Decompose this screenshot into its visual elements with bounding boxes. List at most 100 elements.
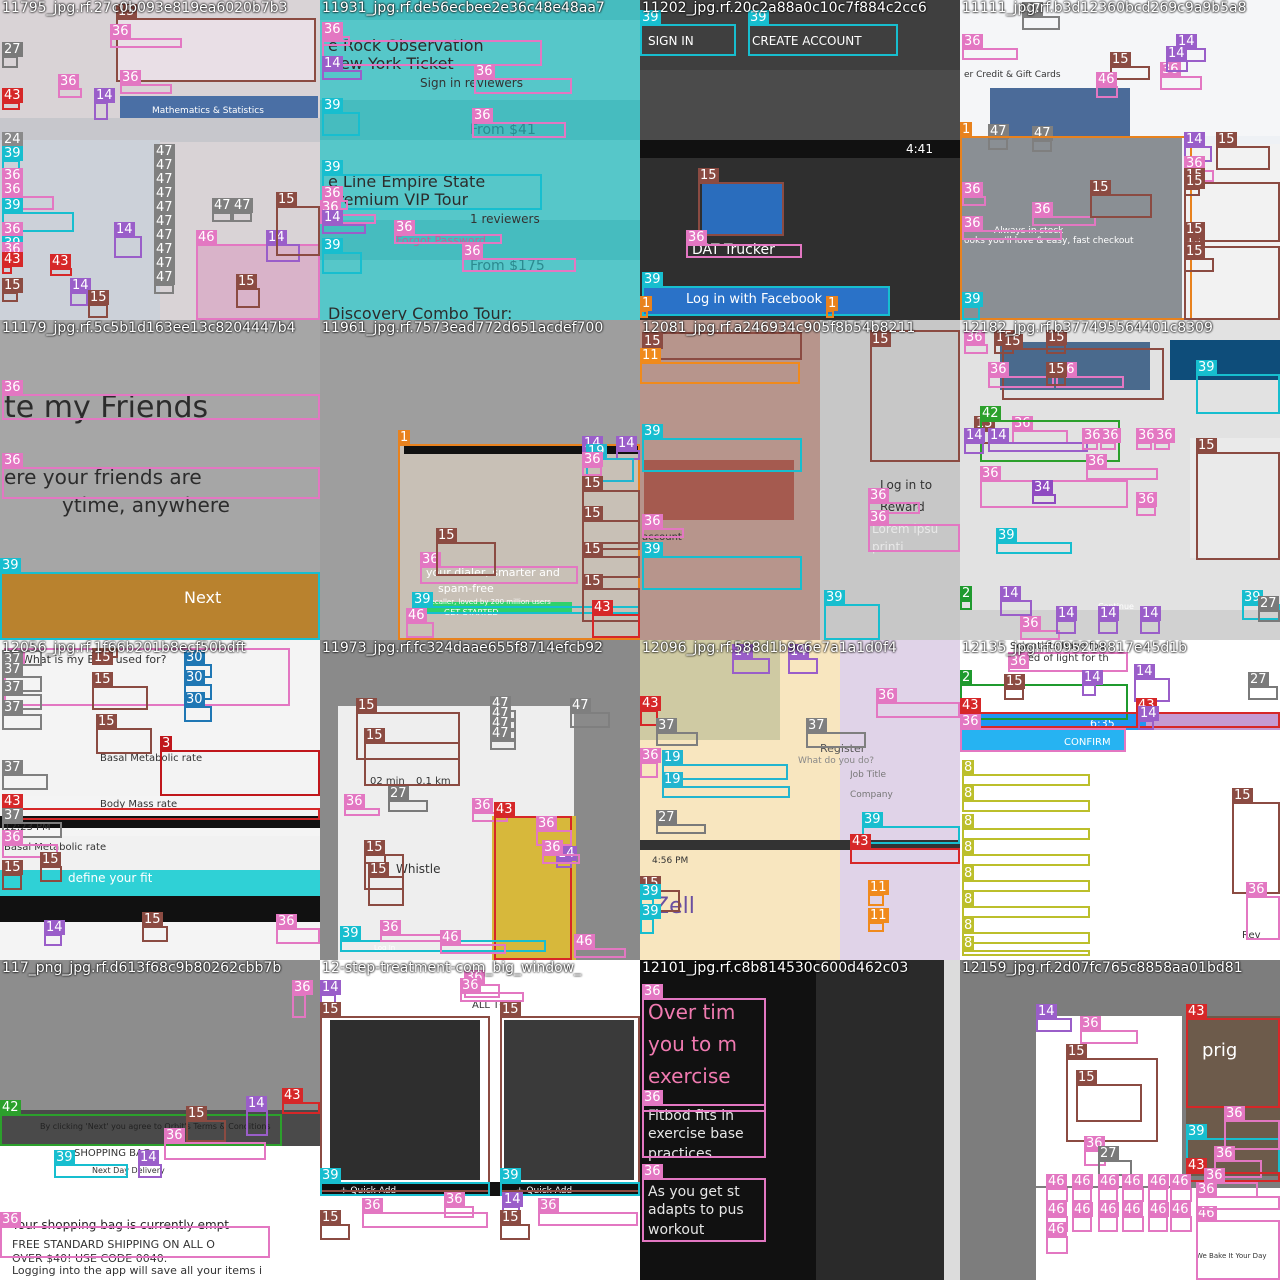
class-label: 39 [500,1168,521,1183]
tile-filename: 11795_jpg.rf.27c0b093e819ea6020b7b3 [2,0,288,16]
class-label: 36 [642,1090,663,1105]
class-label: 39 [996,528,1017,543]
annotation-box: 14 [1098,606,1119,634]
class-label: 39 [642,542,663,557]
class-label: 43 [640,696,661,711]
class-label: 15 [186,1106,207,1121]
class-label: 8 [962,892,975,907]
class-label: 47 [570,698,591,713]
class-label: 36 [642,514,663,529]
annotation-box: 36 [642,514,684,538]
class-label: 36 [472,108,493,123]
mosaic-grid: 11795_jpg.rf.27c0b093e819ea6020b7b3 Mathe… [0,0,1280,1280]
class-label: 19 [662,772,683,787]
class-label: 15 [1090,180,1111,195]
tile-filename: 12056_jpg.rf.1f66b201b8ecf50bdft [2,640,246,656]
annotation-box: 15 [40,852,62,882]
class-label: 8 [962,936,975,951]
class-label: 43 [494,802,515,817]
class-label: 37 [2,700,23,715]
tile-filename: 11202_jpg.rf.20c2a88a0c10c7f884c2cc6 [642,0,927,16]
tile-filename: 12096_jpg.rf.588d1b9c6e7a1a1d0f4 [642,640,897,656]
annotation-box: 36 [1136,492,1157,516]
class-label: 47 [154,144,175,159]
class-label: 14 [138,1150,159,1165]
annotation-box: 15 [142,912,168,942]
screen-text: Logging into the app will save all your … [12,1264,263,1277]
class-label: 30 [184,670,205,685]
class-label: 36 [686,230,707,245]
class-label: 39 [54,1150,75,1165]
annotation-box: 36 [380,920,446,942]
annotation-box: 36 [2,453,320,499]
mosaic-tile: 11111_jpg.rf.b3d12360bcd269c9a9b5a8 er Cr… [960,0,1280,320]
annotation-box: 1 [826,296,839,318]
class-label: 43 [2,794,23,809]
class-label: 36 [2,453,23,468]
class-label: 36 [1032,202,1053,217]
annotation-box: 36 [472,108,566,138]
class-label: 15 [276,192,297,207]
class-label: 15 [436,528,457,543]
annotation-box: 36 [988,362,1054,388]
tile-filename: 11931_jpg.rf.de56ecbee2e36c48e48aa7 [322,0,605,16]
mosaic-tile: 11961_jpg.rf.7573ead772d651acdef700 your … [320,320,640,640]
annotation-box: 46 [1196,1206,1280,1280]
class-label: 15 [320,1210,341,1225]
annotation-box: 11 [868,880,889,906]
class-label: 15 [1232,788,1253,803]
annotation-box: 15 [1090,180,1152,218]
class-label: 39 [340,926,361,941]
annotation-box: 15 [642,332,802,360]
annotation-box: 36 [876,688,960,718]
class-label: 14 [1098,606,1119,621]
class-label: 39 [962,292,983,307]
class-label: 46 [196,230,217,245]
annotation-box: 36 [1082,428,1103,450]
annotation-box: 43 [2,252,23,274]
class-label: 36 [538,1198,559,1213]
annotation-box: 43 [1186,1158,1280,1182]
class-label: 36 [472,798,493,813]
annotation-box: 14 [322,56,362,80]
annotation-box: 15 [276,192,320,256]
class-label: 36 [276,914,297,929]
class-label: 43 [850,834,871,849]
class-label: 14 [322,56,343,71]
tile-filename: 11111_jpg.rf.b3d12360bcd269c9a9b5a8 [962,0,1247,16]
annotation-box: 36 [962,182,986,206]
annotation-box: 2 [960,586,973,610]
class-label: 14 [1166,46,1187,61]
class-label: 39 [320,1168,341,1183]
screen-text: Company [850,790,893,800]
class-label: 47 [154,200,175,215]
class-label: 39 [412,592,433,607]
annotation-box: 8 [962,892,1090,918]
class-label: 14 [1184,132,1205,147]
mosaic-tile: 12-step-treatment-com_big_window_ ALL TOP… [320,960,640,1280]
class-label: 36 [1214,1146,1235,1161]
annotation-box: 15 [1184,174,1205,196]
mosaic-tile: 11973_jpg.rf.fc324daae655f8714efcb92 02 m… [320,640,640,960]
annotation-box: 11 [640,348,800,384]
annotation-box: 27 [1258,596,1280,622]
annotation-box: 15 [1002,334,1164,400]
class-label: 14 [502,1192,523,1207]
annotation-box: 36 [362,1198,488,1228]
annotation-box: 1 [960,122,1192,320]
class-label: 36 [980,466,1001,481]
class-label: 27 [1258,596,1279,611]
class-label: 36 [474,64,495,79]
annotation-box: 47 [212,198,233,222]
class-label: 39 [1196,360,1217,375]
annotation-box: 43 [850,834,960,864]
tile-filename: 12101_jpg.rf.c8b814530c600d462c03 [642,960,909,976]
annotation-box: 46 [1148,1202,1169,1232]
class-label: 1 [640,296,653,311]
class-label: 36 [110,24,131,39]
annotation-box: 14 [322,210,366,234]
annotation-box: 36 [164,1128,266,1160]
annotation-box: 27 [388,786,428,812]
annotation-box: 46 [1148,1174,1169,1202]
annotation-box: 15 [1196,438,1280,560]
